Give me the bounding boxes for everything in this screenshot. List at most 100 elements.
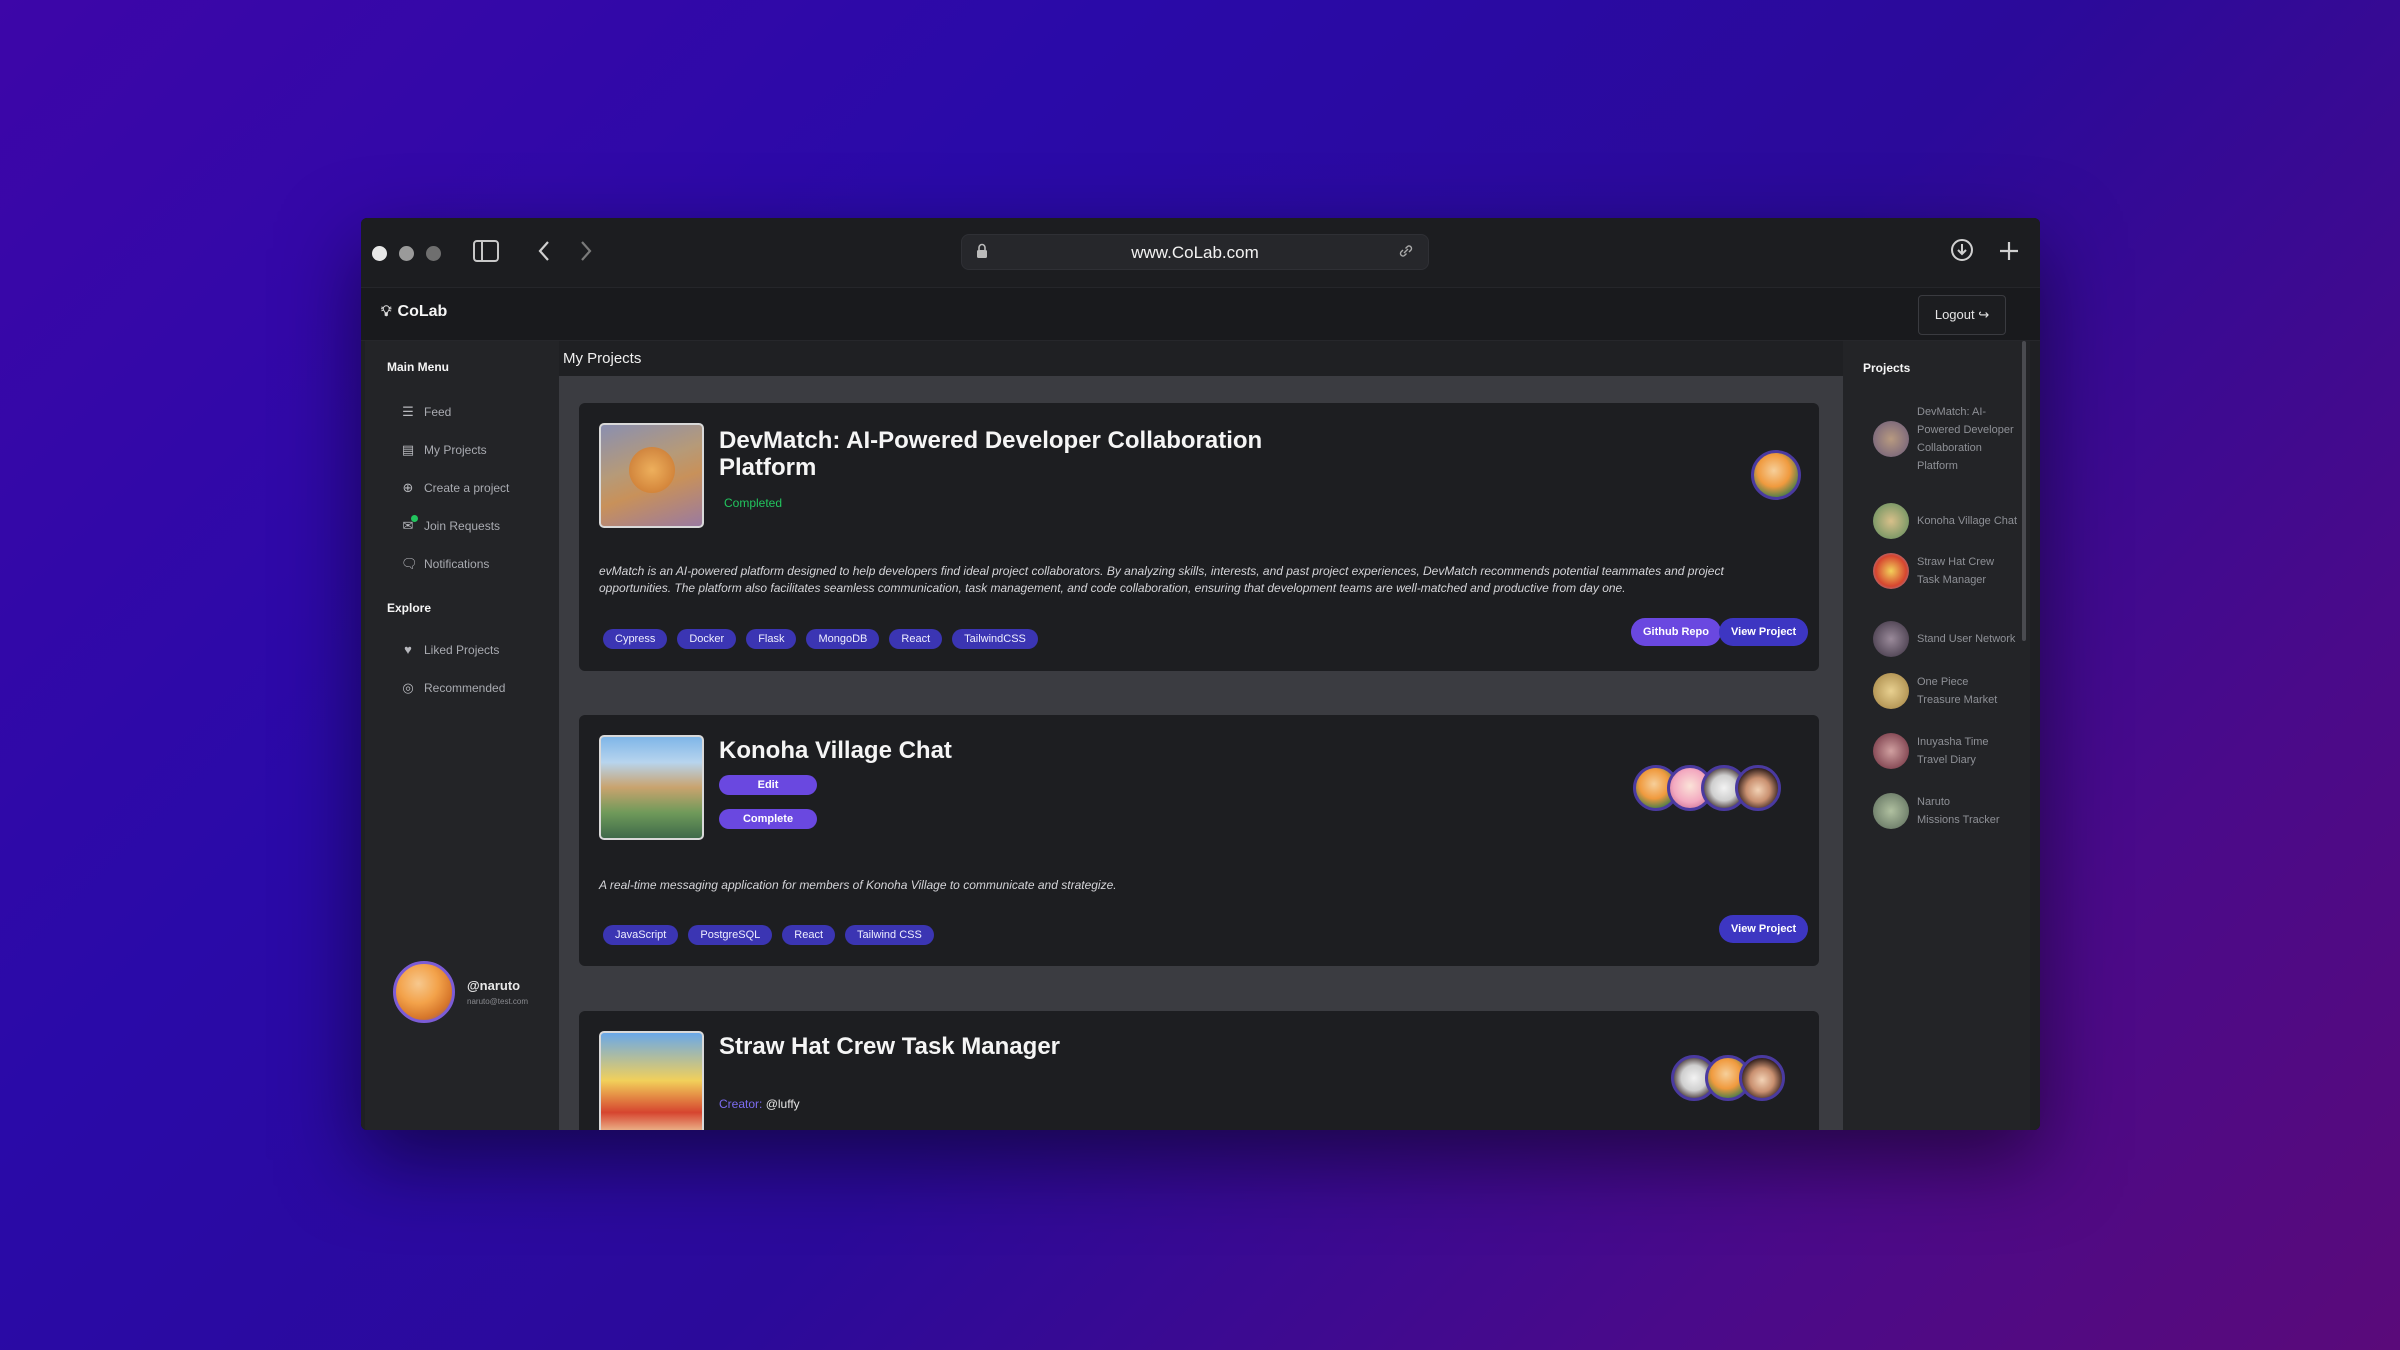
project-thumbnail[interactable] [599,1031,704,1130]
inbox-icon: ✉ [401,515,418,533]
sidebar: Main Menu ☰ Feed ▤ My Projects ⊕ Create a p… [365,341,559,1130]
projects-sidebar-item[interactable]: Straw Hat Crew Task Manager [1873,553,2021,589]
projects-sidebar-item[interactable]: Stand User Network [1873,621,2021,657]
sidebar-item-notifications[interactable]: 🗨︎ Notifications [401,556,490,572]
app-container: 💡︎ CoLab Logout ↪ Main Menu ☰ Feed ▤ My Pro… [361,288,2040,1130]
creator-username[interactable]: @luffy [766,1097,800,1111]
tech-tag: Tailwind CSS [845,925,934,945]
main-content: My Projects DevMatch: AI-Powered Develop… [559,341,1843,1130]
avatar [1873,553,1909,589]
projects-sidebar-item[interactable]: Inuyasha Time Travel Diary [1873,733,2021,769]
sidebar-toggle-icon[interactable] [473,238,499,268]
project-description: evMatch is an AI-powered platform design… [599,563,1739,597]
project-name-line: Travel Diary [1917,754,1976,766]
project-title[interactable]: DevMatch: AI-Powered Developer Collabora… [719,427,1262,481]
scrollbar[interactable] [2022,341,2026,641]
project-thumbnail[interactable] [599,735,704,840]
project-card-straw-hat: Straw Hat Crew Task Manager Creator: @lu… [579,1011,1819,1130]
logout-button[interactable]: Logout ↪ [1918,295,2006,335]
project-name-line: Powered Developer [1917,424,2014,436]
logout-icon: ↪ [1978,307,1990,322]
project-name-line: Stand User Network [1917,633,2016,645]
sidebar-item-label: Join Requests [424,519,501,533]
layers-icon: ☰ [402,404,414,419]
app-header: 💡︎ CoLab Logout ↪ [361,288,2040,341]
project-title-line: Platform [719,454,817,481]
creator-label: Creator: [719,1097,763,1111]
heart-icon: ♥ [404,642,412,657]
project-title-line: DevMatch: AI-Powered Developer Collabora… [719,427,1263,454]
projects-sidebar: Projects DevMatch: AI- Powered Developer… [1843,341,2030,1130]
sidebar-item-label: Notifications [424,557,490,571]
new-tab-icon[interactable] [1998,238,2020,268]
tech-tag: PostgreSQL [688,925,773,945]
avatar [1873,503,1909,539]
project-thumbnail[interactable] [599,423,704,528]
close-window-button[interactable] [372,246,387,261]
avatar[interactable] [1735,765,1781,811]
view-project-button[interactable]: View Project [1719,618,1809,646]
github-repo-button[interactable]: Github Repo [1631,618,1721,646]
project-name-line: Konoha Village Chat [1917,515,2018,527]
forward-icon[interactable] [579,238,593,268]
projects-sidebar-item[interactable]: Konoha Village Chat [1873,503,2021,539]
project-description: A real-time messaging application for me… [599,878,1117,892]
sidebar-item-label: Recommended [424,681,506,695]
sidebar-item-recommended[interactable]: ◎ Recommended [401,681,506,696]
project-creator: Creator: @luffy [719,1097,800,1111]
tech-tags: Cypress Docker Flask MongoDB React Tailw… [603,629,1038,649]
sidebar-item-join-requests[interactable]: ✉ Join Requests [401,515,501,533]
tech-tag: Cypress [603,629,668,649]
main-menu-title: Main Menu [387,360,449,374]
tech-tag: Docker [677,629,737,649]
address-bar[interactable]: www.CoLab.com [961,234,1429,270]
lightbulb-icon: 💡︎ [381,303,392,320]
projects-sidebar-item[interactable]: DevMatch: AI- Powered Developer Collabor… [1873,403,2021,475]
tech-tag: React [889,629,943,649]
sidebar-item-feed[interactable]: ☰ Feed [401,404,451,420]
project-name-line: Collaboration [1917,442,1982,454]
project-name-line: Inuyasha Time [1917,736,1989,748]
project-name-line: One Piece [1917,676,1969,688]
complete-button[interactable]: Complete [719,809,817,829]
user-profile[interactable]: @naruto naruto@test.com [393,961,528,1023]
page-title: My Projects [559,341,1843,376]
folder-icon: ▤ [401,442,415,457]
brand-name: CoLab [397,303,448,320]
chat-icon: 🗨︎ [401,556,418,571]
project-name-line: Naruto [1917,796,1951,808]
link-icon[interactable] [1398,241,1414,266]
brand-logo[interactable]: 💡︎ CoLab [381,303,447,321]
edit-button[interactable]: Edit [719,775,817,795]
project-title[interactable]: Straw Hat Crew Task Manager [719,1033,1060,1060]
description-line: evMatch is an AI-powered platform design… [599,564,1724,578]
tech-tag: Flask [746,629,797,649]
sidebar-item-label: Create a project [424,481,510,495]
minimize-window-button[interactable] [399,246,414,261]
projects-sidebar-item[interactable]: Naruto Missions Tracker [1873,793,2021,829]
member-avatars [1751,450,1801,500]
sidebar-item-liked-projects[interactable]: ♥ Liked Projects [401,642,500,658]
view-project-button[interactable]: View Project [1719,915,1809,943]
back-icon[interactable] [537,238,551,268]
project-name-line: Task Manager [1917,574,1987,586]
browser-window: www.CoLab.com 💡︎ CoLab Logout ↪ Main Menu… [361,218,2040,1130]
sidebar-item-create-project[interactable]: ⊕ Create a project [401,481,510,496]
project-name-line: Platform [1917,460,1958,472]
avatar[interactable] [1751,450,1801,500]
status-badge: Completed [724,496,783,510]
project-name-line: Straw Hat Crew [1917,556,1995,568]
sidebar-item-my-projects[interactable]: ▤ My Projects [401,442,487,458]
maximize-window-button[interactable] [426,246,441,261]
profile-username: @naruto [467,978,521,993]
sidebar-item-label: Liked Projects [424,643,500,657]
projects-sidebar-item[interactable]: One Piece Treasure Market [1873,673,2021,709]
avatar [1873,793,1909,829]
project-card-devmatch: DevMatch: AI-Powered Developer Collabora… [579,403,1819,671]
tech-tag: JavaScript [603,925,679,945]
project-title[interactable]: Konoha Village Chat [719,737,952,764]
avatar[interactable] [1739,1055,1785,1101]
explore-title: Explore [387,601,432,615]
download-icon[interactable] [1950,238,1974,268]
browser-toolbar: www.CoLab.com [361,218,2040,288]
